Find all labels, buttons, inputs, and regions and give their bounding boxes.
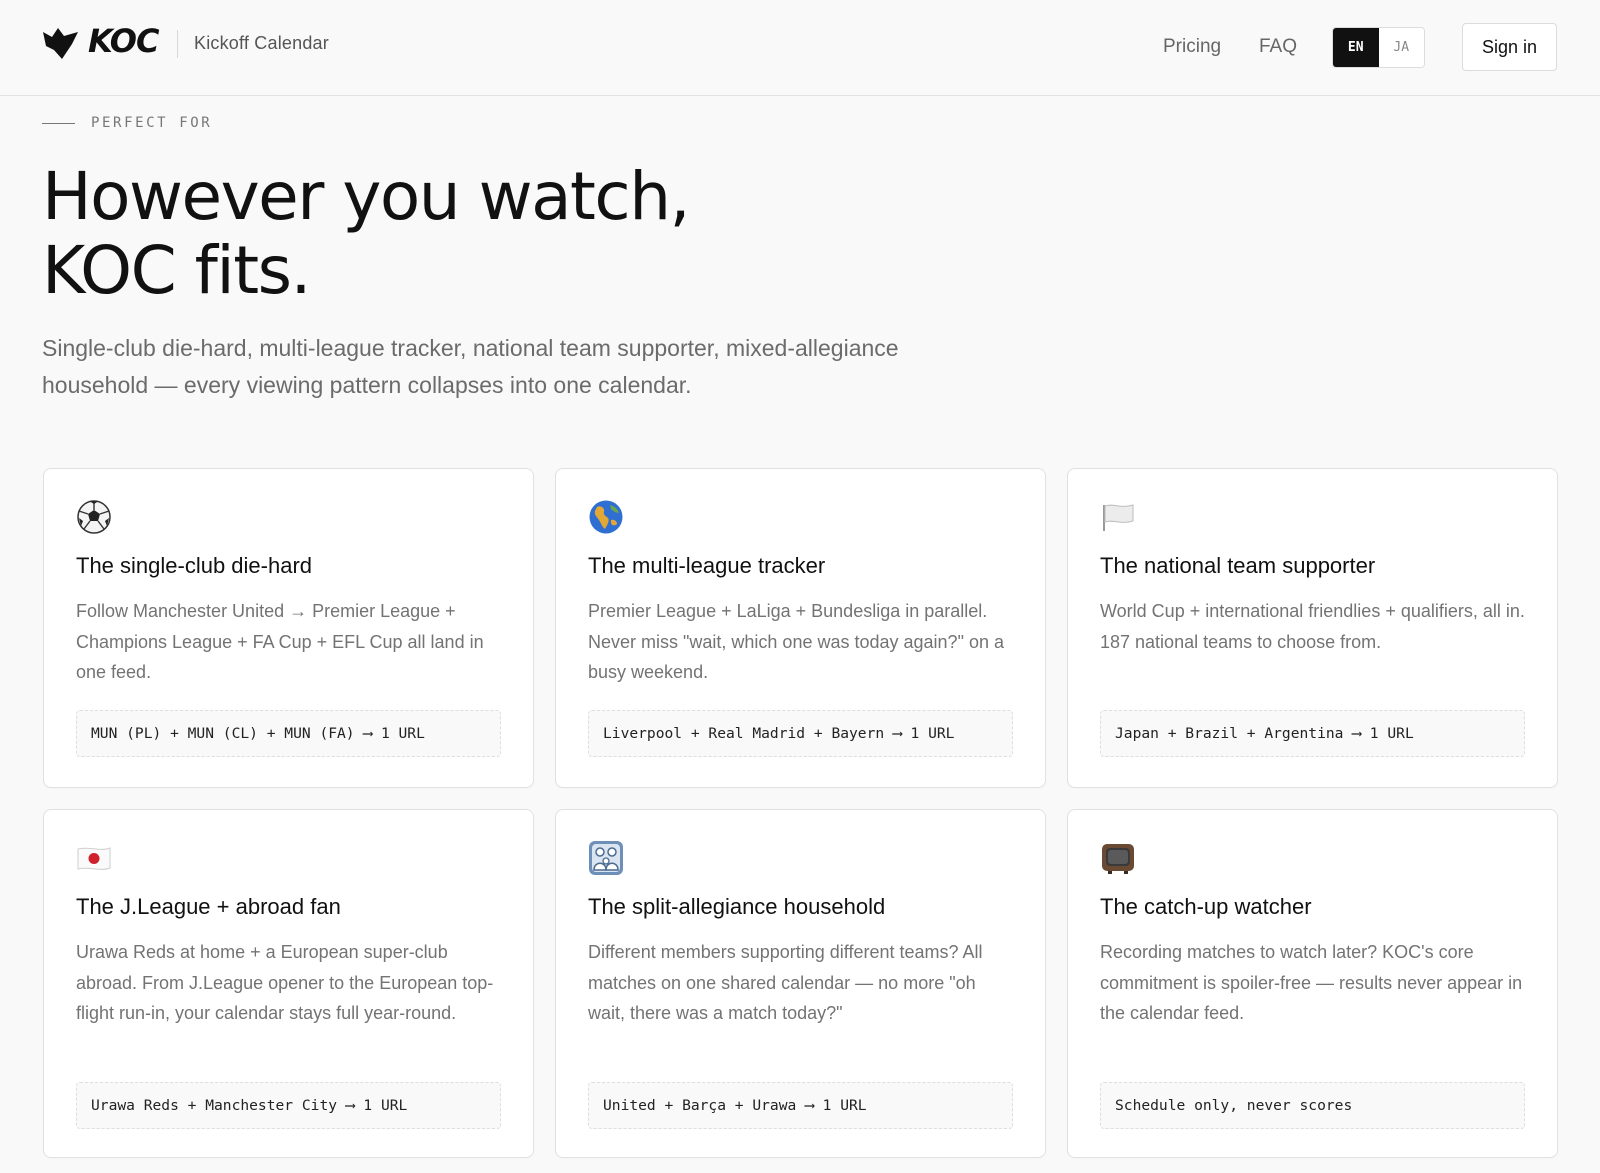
persona-card-single-club: The single-club die-hard Follow Manchest… — [43, 468, 534, 788]
lang-en-button[interactable]: EN — [1333, 28, 1379, 67]
card-title: The J.League + abroad fan — [76, 894, 341, 919]
nav-pricing-link[interactable]: Pricing — [1163, 36, 1221, 58]
logo-divider — [177, 30, 178, 58]
sign-in-button[interactable]: Sign in — [1462, 23, 1557, 71]
card-description: Follow Manchester United → Premier Leagu… — [76, 601, 484, 683]
card-code-example: Liverpool + Real Madrid + Bayern ⟶ 1 URL — [588, 710, 1013, 757]
card-code-example: Japan + Brazil + Argentina ⟶ 1 URL — [1100, 710, 1525, 757]
card-description: Urawa Reds at home + a European super-cl… — [76, 942, 494, 1024]
card-code-example: United + Barça + Urawa ⟶ 1 URL — [588, 1082, 1013, 1129]
lang-ja-button[interactable]: JA — [1378, 28, 1424, 67]
card-description: World Cup + international friendlies + q… — [1100, 601, 1525, 652]
persona-card-national-team: The national team supporter World Cup + … — [1067, 468, 1558, 788]
section-eyebrow: PERFECT FOR — [91, 115, 213, 131]
logo-wordmark[interactable]: KOC — [88, 22, 159, 60]
card-title: The split-allegiance household — [588, 894, 886, 919]
soccer-ball-icon — [77, 500, 111, 534]
card-description: Recording matches to watch later? KOC's … — [1100, 942, 1523, 1024]
card-title: The national team supporter — [1100, 553, 1376, 578]
top-navigation-bar: KOC Kickoff Calendar Pricing FAQ EN JA S… — [0, 0, 1600, 96]
language-toggle: EN JA — [1332, 27, 1425, 68]
card-description: Premier League + LaLiga + Bundesliga in … — [588, 601, 1004, 683]
persona-card-catch-up: The catch-up watcher Recording matches t… — [1067, 809, 1558, 1158]
persona-card-jleague-abroad: The J.League + abroad fan Urawa Reds at … — [43, 809, 534, 1158]
card-code-example: MUN (PL) + MUN (CL) + MUN (FA) ⟶ 1 URL — [76, 710, 501, 757]
television-icon — [1102, 844, 1134, 874]
card-code-example: Schedule only, never scores — [1100, 1082, 1525, 1129]
card-code-example: Urawa Reds + Manchester City ⟶ 1 URL — [76, 1082, 501, 1129]
headline-line-1: However you watch, — [42, 158, 691, 235]
persona-card-multi-league: The multi-league tracker Premier League … — [555, 468, 1046, 788]
card-title: The single-club die-hard — [76, 553, 313, 578]
persona-card-split-household: The split-allegiance household Different… — [555, 809, 1046, 1158]
fox-logo-icon[interactable] — [42, 26, 80, 60]
white-flag-icon — [1103, 504, 1134, 531]
page-headline: However you watch, KOC fits. — [42, 158, 691, 309]
card-title: The catch-up watcher — [1100, 894, 1312, 919]
eyebrow-rule — [42, 123, 75, 124]
globe-icon — [589, 500, 623, 534]
japan-flag-icon — [77, 847, 111, 870]
nav-faq-link[interactable]: FAQ — [1259, 36, 1297, 58]
brand-name: Kickoff Calendar — [194, 33, 329, 53]
family-icon — [589, 841, 623, 875]
hero-subtitle: Single-club die-hard, multi-league track… — [42, 335, 899, 398]
card-description: Different members supporting different t… — [588, 942, 983, 1024]
headline-line-2: KOC fits. — [42, 232, 312, 309]
card-title: The multi-league tracker — [588, 553, 826, 578]
